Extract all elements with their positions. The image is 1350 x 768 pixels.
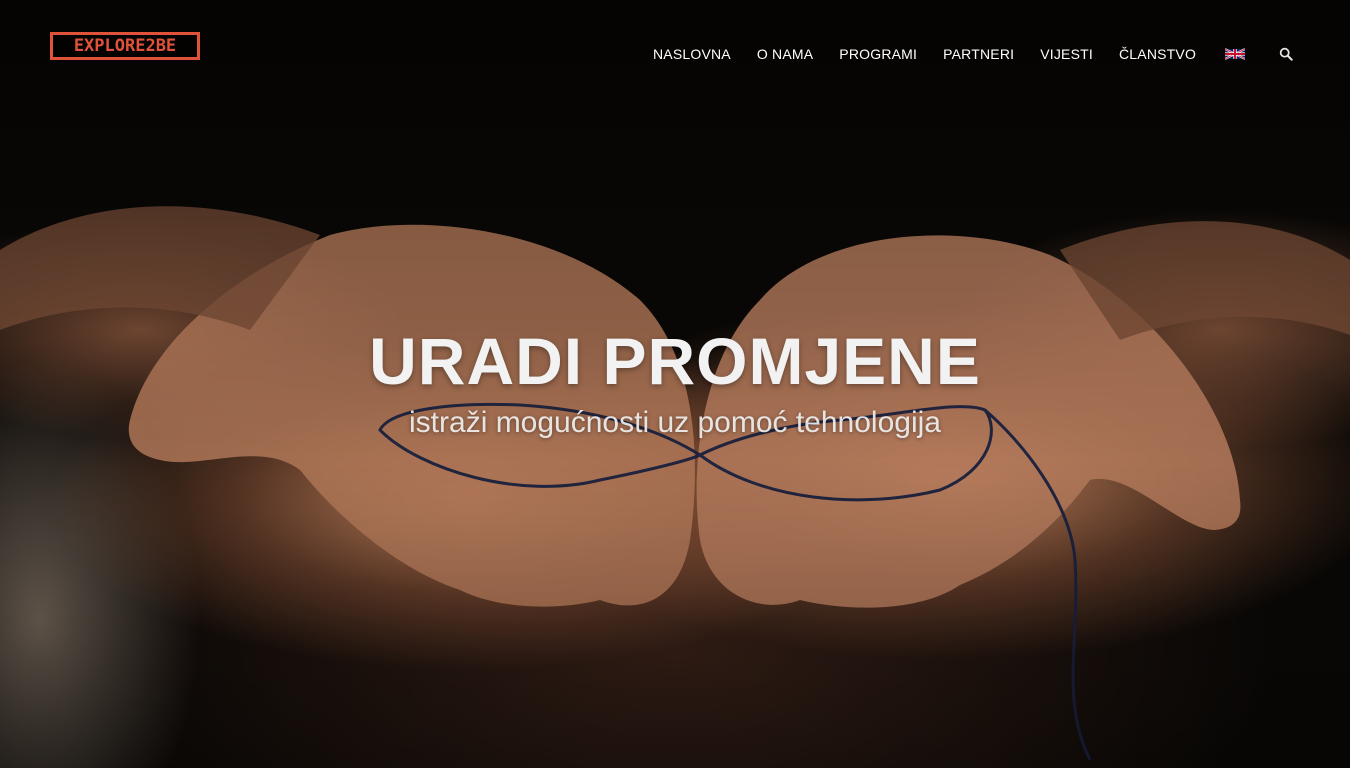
hero-subtitle: istraži mogućnosti uz pomoć tehnologija: [409, 406, 941, 439]
nav-item-partneri[interactable]: PARTNERI: [943, 46, 1014, 62]
hero-section: EXPLORE2BE NASLOVNA O NAMA PROGRAMI PART…: [0, 0, 1350, 768]
nav-item-naslovna[interactable]: NASLOVNA: [653, 46, 731, 62]
nav-item-clanstvo[interactable]: ČLANSTVO: [1119, 46, 1196, 62]
nav-item-vijesti[interactable]: VIJESTI: [1040, 46, 1093, 62]
nav-item-programi[interactable]: PROGRAMI: [839, 46, 917, 62]
site-logo[interactable]: EXPLORE2BE: [50, 32, 200, 60]
logo-text: EXPLORE2BE: [73, 35, 177, 56]
nav-item-o-nama[interactable]: O NAMA: [757, 46, 813, 62]
main-navigation: NASLOVNA O NAMA PROGRAMI PARTNERI VIJEST…: [640, 44, 1293, 64]
hero-title: URADI PROMJENE: [369, 324, 981, 398]
uk-flag-icon[interactable]: [1225, 48, 1246, 60]
search-icon[interactable]: [1279, 47, 1293, 61]
